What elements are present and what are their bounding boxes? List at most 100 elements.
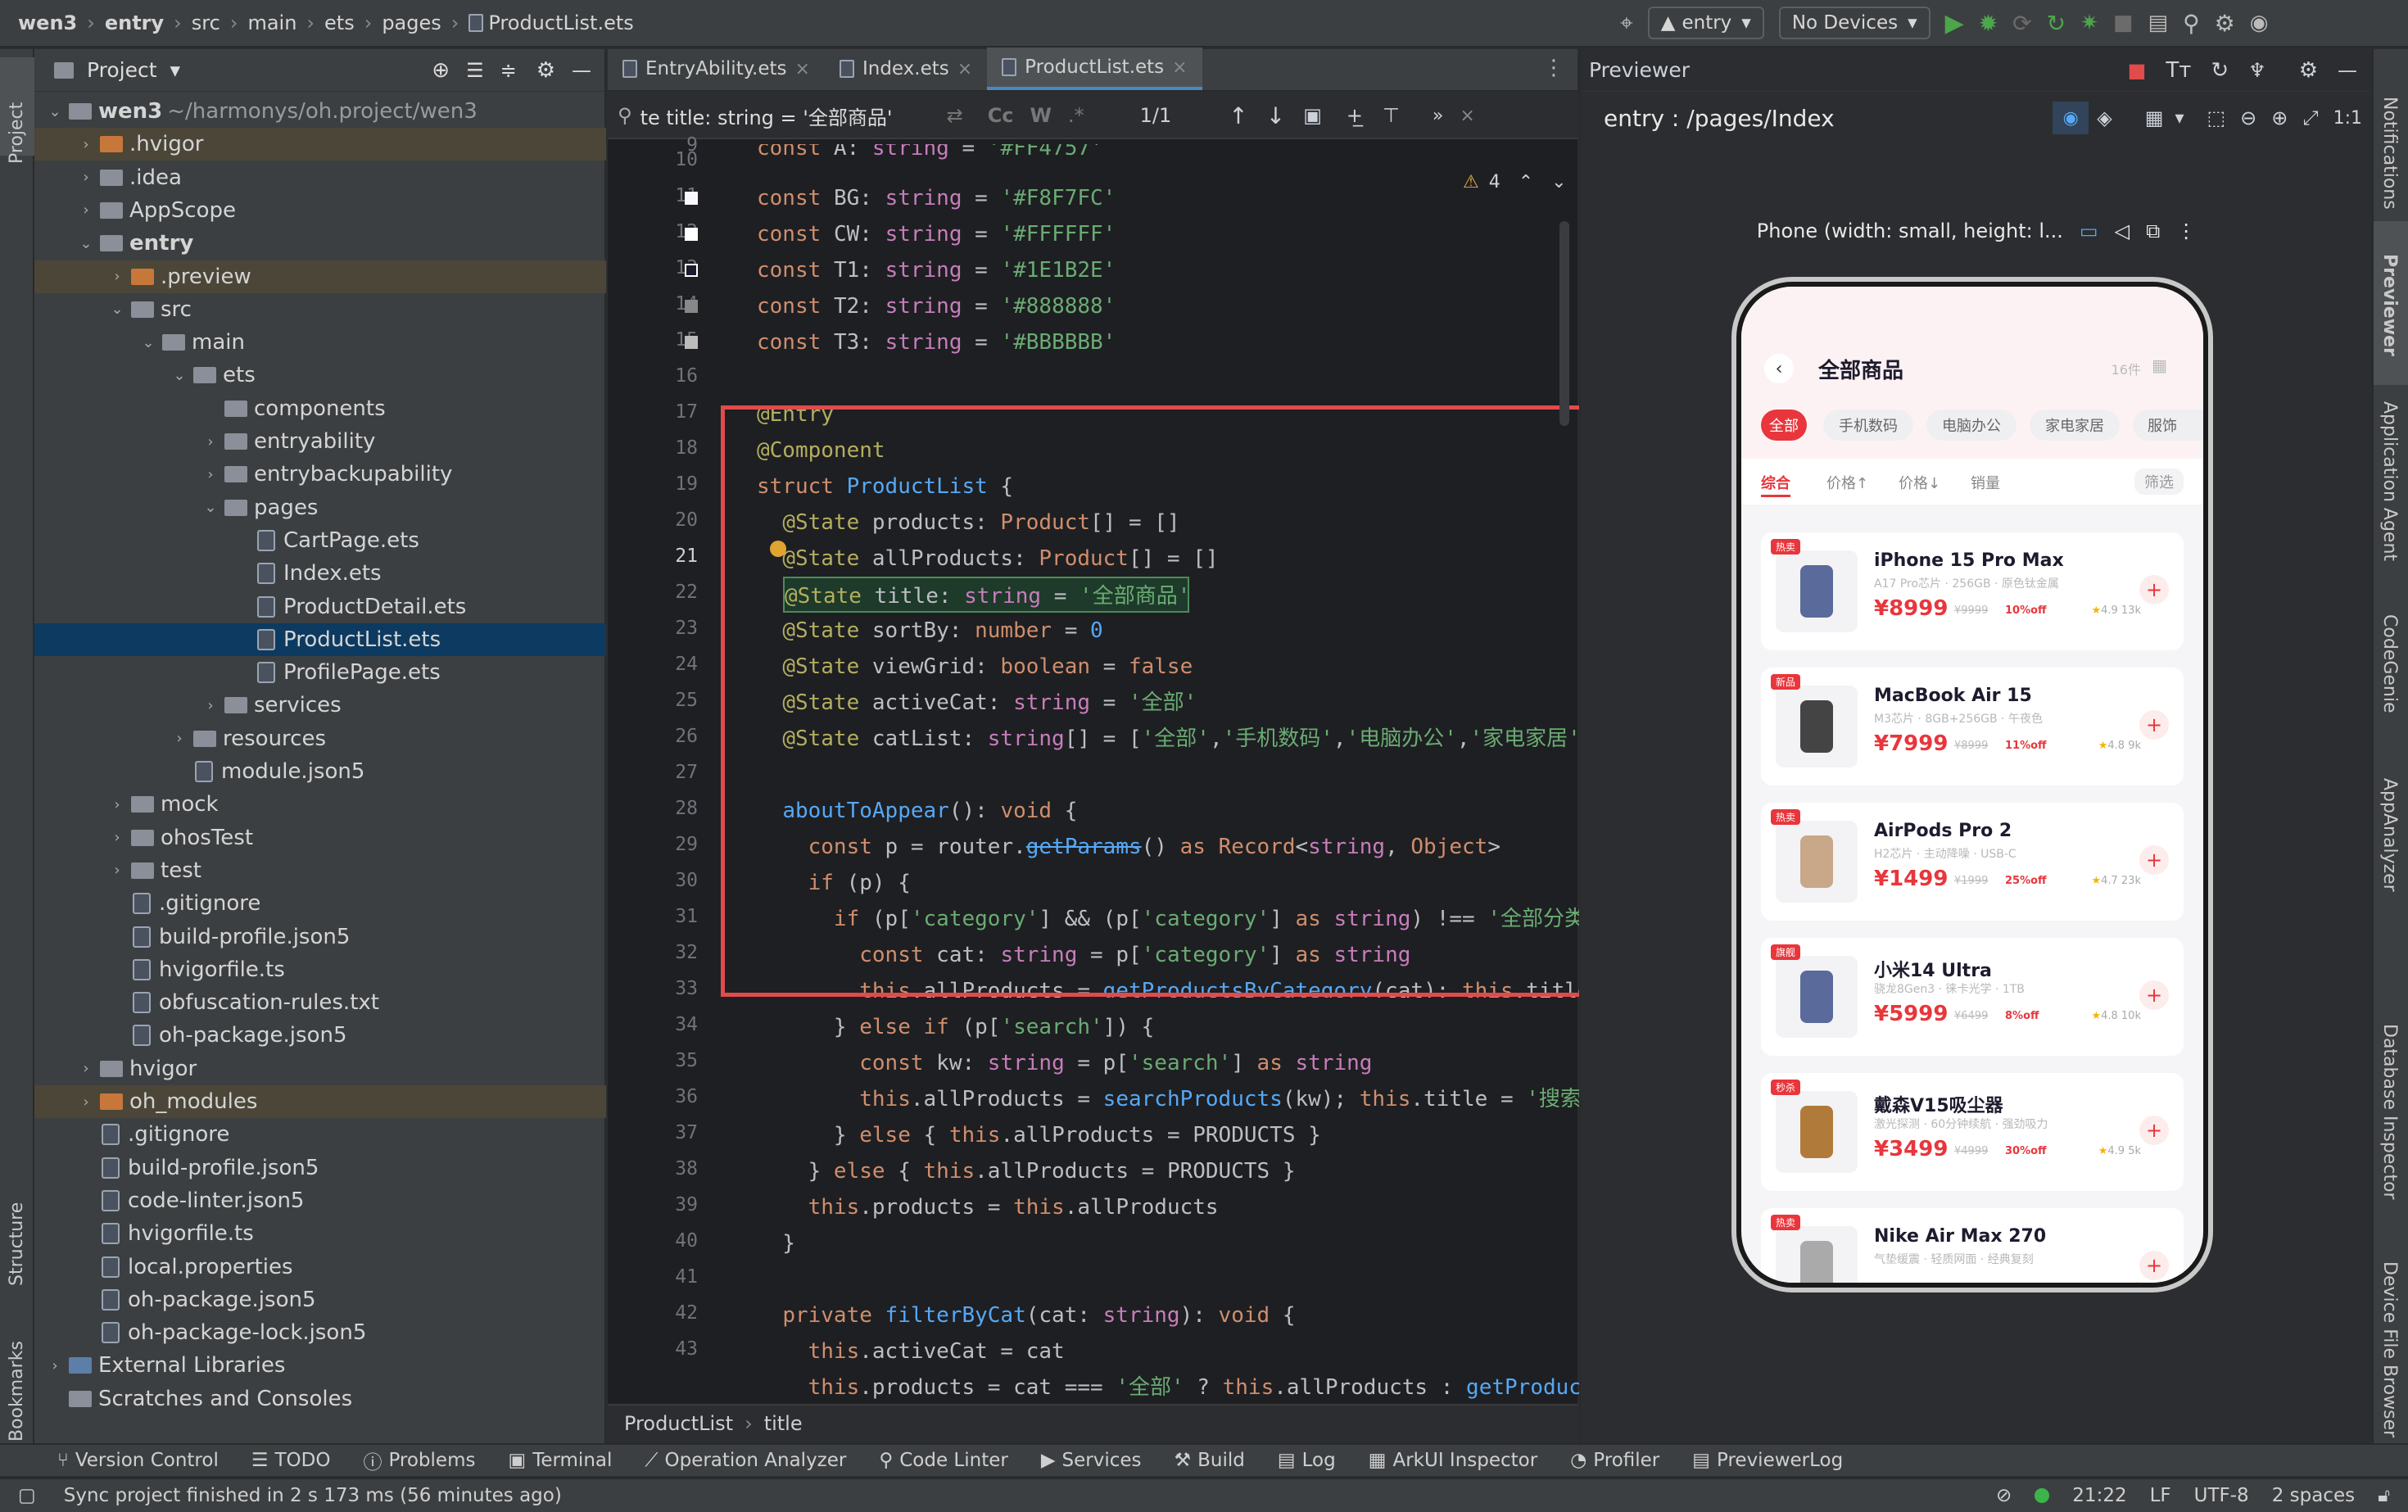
tree-item[interactable]: › External Libraries bbox=[34, 1349, 606, 1382]
breadcrumb-item[interactable]: pages bbox=[382, 11, 441, 34]
tree-item[interactable]: Index.ets bbox=[34, 557, 606, 590]
category-chip[interactable]: 电脑办公 bbox=[1926, 410, 2016, 441]
sort-option[interactable]: 价格↑ bbox=[1826, 472, 1868, 493]
breadcrumb-item[interactable]: entry bbox=[105, 11, 164, 34]
select-all-icon[interactable]: ▣ bbox=[1303, 104, 1322, 127]
grid-toggle-icon[interactable]: ▦ bbox=[2152, 355, 2167, 375]
add-to-cart-button[interactable]: + bbox=[2139, 980, 2169, 1010]
chevron-down-icon[interactable]: ⌄ bbox=[77, 235, 95, 252]
tool-arkui-inspector[interactable]: ▦ ArkUI Inspector bbox=[1369, 1450, 1537, 1471]
match-case-icon[interactable]: Cc bbox=[988, 104, 1014, 127]
device-select[interactable]: No Devices ▾ bbox=[1778, 7, 1930, 39]
chevron-right-icon[interactable]: › bbox=[170, 730, 188, 747]
product-card[interactable]: 热卖 iPhone 15 Pro Max A17 Pro芯片 · 256GB · 原… bbox=[1761, 532, 2184, 650]
tree-item[interactable]: ⌄ ets bbox=[34, 359, 606, 392]
whole-word-icon[interactable]: W bbox=[1030, 104, 1052, 127]
tree-item[interactable]: › test bbox=[34, 854, 606, 887]
add-to-cart-button[interactable]: + bbox=[2139, 575, 2169, 604]
tree-item[interactable]: ⌄ src bbox=[34, 293, 606, 326]
prev-match-icon[interactable]: ↑ bbox=[1229, 102, 1247, 129]
editor-scrollbar[interactable] bbox=[1559, 221, 1569, 426]
attach-icon[interactable]: ⟳ bbox=[2012, 10, 2031, 37]
chevron-down-icon[interactable]: ⌄ bbox=[108, 301, 126, 318]
tree-item[interactable]: oh-package.json5 bbox=[34, 1019, 606, 1052]
zoom-in-icon[interactable]: ⊕ bbox=[2271, 106, 2288, 129]
settings-icon[interactable]: ⚙ bbox=[2215, 10, 2235, 37]
sort-option[interactable]: 综合 bbox=[1761, 472, 1790, 497]
category-chip[interactable]: 服饰 bbox=[2133, 410, 2203, 441]
chevron-right-icon[interactable]: › bbox=[108, 268, 126, 285]
line-ending[interactable]: LF bbox=[2150, 1485, 2171, 1506]
tree-item[interactable]: › .hvigor bbox=[34, 128, 606, 161]
target-icon[interactable]: ⌖ bbox=[1620, 9, 1633, 37]
chevron-right-icon[interactable]: › bbox=[201, 466, 220, 483]
product-card[interactable]: 旗舰 小米14 Ultra 骁龙8Gen3 · 徕卡光学 · 1TB ¥5999 ¥64… bbox=[1761, 938, 2184, 1056]
phone-screen[interactable]: ‹ 全部商品 16件 ▦ 全部 手机数码 电脑办公 家电家居 服饰 综合 价格↑… bbox=[1741, 287, 2203, 1283]
add-to-cart-button[interactable]: + bbox=[2139, 710, 2169, 740]
tab-entryability[interactable]: EntryAbility.ets × bbox=[608, 48, 825, 90]
tree-item[interactable]: oh-package.json5 bbox=[34, 1283, 606, 1316]
category-chip[interactable]: 手机数码 bbox=[1823, 410, 1913, 441]
tree-item[interactable]: ProfilePage.ets bbox=[34, 656, 606, 689]
expand-all-icon[interactable]: ☰ bbox=[466, 59, 484, 82]
tree-item[interactable]: module.json5 bbox=[34, 755, 606, 788]
editor-breadcrumb-item[interactable]: title bbox=[764, 1412, 803, 1435]
tree-item[interactable]: › AppScope bbox=[34, 194, 606, 227]
breadcrumb-item[interactable]: ets bbox=[324, 11, 355, 34]
tab-index[interactable]: Index.ets × bbox=[825, 48, 987, 90]
editor-breadcrumb-item[interactable]: ProductList bbox=[624, 1412, 733, 1435]
indent[interactable]: 2 spaces bbox=[2272, 1485, 2355, 1506]
product-card[interactable]: 热卖 Nike Air Max 270 气垫缓震 · 轻质网面 · 经典复刻 ★+ bbox=[1761, 1208, 2184, 1283]
tree-item[interactable]: hvigorfile.ts bbox=[34, 953, 606, 986]
tool-version-control[interactable]: ⑂ Version Control bbox=[57, 1450, 219, 1471]
tool-services[interactable]: ▶ Services bbox=[1041, 1450, 1142, 1471]
tree-item[interactable]: › mock bbox=[34, 788, 606, 821]
more-icon[interactable]: » bbox=[1433, 106, 1443, 126]
tree-item[interactable]: local.properties bbox=[34, 1251, 606, 1283]
tree-item[interactable]: ⌄ wen3 ~/harmonys/oh.project/wen3 bbox=[34, 95, 606, 128]
inspection-widget[interactable]: ⚠ 4 ⌃ ⌄ bbox=[1463, 172, 1567, 192]
no-power-save-icon[interactable]: ⊘ bbox=[1996, 1485, 2012, 1506]
chevron-right-icon[interactable]: › bbox=[77, 136, 95, 153]
filter-button[interactable]: 筛选 bbox=[2134, 469, 2184, 495]
tool-operation-analyzer[interactable]: ⟋ Operation Analyzer bbox=[645, 1450, 846, 1471]
chevron-down-icon[interactable]: ⌄ bbox=[170, 367, 188, 384]
device-manager-icon[interactable]: ▤ bbox=[2148, 11, 2168, 35]
hide-icon[interactable]: — bbox=[2338, 59, 2357, 82]
stop-icon[interactable]: ■ bbox=[2113, 11, 2134, 35]
font-size-icon[interactable]: Tт bbox=[2166, 58, 2191, 83]
tab-productlist[interactable]: ProductList.ets × bbox=[987, 48, 1202, 90]
search-icon[interactable]: ⚲ bbox=[2183, 10, 2200, 37]
chevron-right-icon[interactable]: › bbox=[108, 862, 126, 879]
chevron-right-icon[interactable]: › bbox=[77, 201, 95, 219]
tool-problems[interactable]: ⓘ Problems bbox=[363, 1446, 475, 1474]
status-dot-icon[interactable] bbox=[2035, 1488, 2050, 1503]
tree-item[interactable]: ⌄ entry bbox=[34, 227, 606, 260]
tool-terminal[interactable]: ▣ Terminal bbox=[508, 1450, 612, 1471]
tree-item[interactable]: .gitignore bbox=[34, 887, 606, 920]
previewer-tool-label[interactable]: Previewer bbox=[2379, 254, 2400, 356]
tree-item[interactable]: oh-package-lock.json5 bbox=[34, 1316, 606, 1349]
inspector-icon[interactable]: ♆ bbox=[2248, 59, 2266, 82]
add-to-cart-button[interactable]: + bbox=[2139, 1251, 2169, 1280]
codegenie-tool-label[interactable]: CodeGenie bbox=[2379, 614, 2400, 713]
hide-icon[interactable]: — bbox=[572, 59, 591, 82]
tree-item[interactable]: CartPage.ets bbox=[34, 524, 606, 557]
cursor-position[interactable]: 21:22 bbox=[2072, 1485, 2126, 1506]
tree-item[interactable]: › entrybackupability bbox=[34, 458, 606, 491]
tree-item[interactable]: code-linter.json5 bbox=[34, 1184, 606, 1217]
lock-icon[interactable]: 🔓︎ bbox=[2378, 1485, 2390, 1506]
grid-view-icon[interactable]: ▦ bbox=[2145, 106, 2164, 129]
next-highlight-icon[interactable]: ⌄ bbox=[1551, 172, 1566, 192]
sort-option[interactable]: 销量 bbox=[1971, 472, 2000, 493]
back-button[interactable]: ‹ bbox=[1764, 354, 1794, 383]
tool-todo[interactable]: ☰ TODO bbox=[251, 1450, 331, 1471]
layers-icon[interactable]: ◈ bbox=[2097, 106, 2112, 129]
encoding[interactable]: UTF-8 bbox=[2194, 1485, 2249, 1506]
product-card[interactable]: 秒杀 戴森V15吸尘器 激光探测 · 60分钟续航 · 强劲吸力 ¥3499 ¥4999… bbox=[1761, 1073, 2184, 1191]
tree-item[interactable]: › services bbox=[34, 689, 606, 722]
chevron-right-icon[interactable]: › bbox=[77, 1060, 95, 1077]
tree-item[interactable]: › ohosTest bbox=[34, 822, 606, 854]
notifications-tool-label[interactable]: Notifications bbox=[2379, 97, 2400, 210]
tree-item[interactable]: components bbox=[34, 392, 606, 425]
